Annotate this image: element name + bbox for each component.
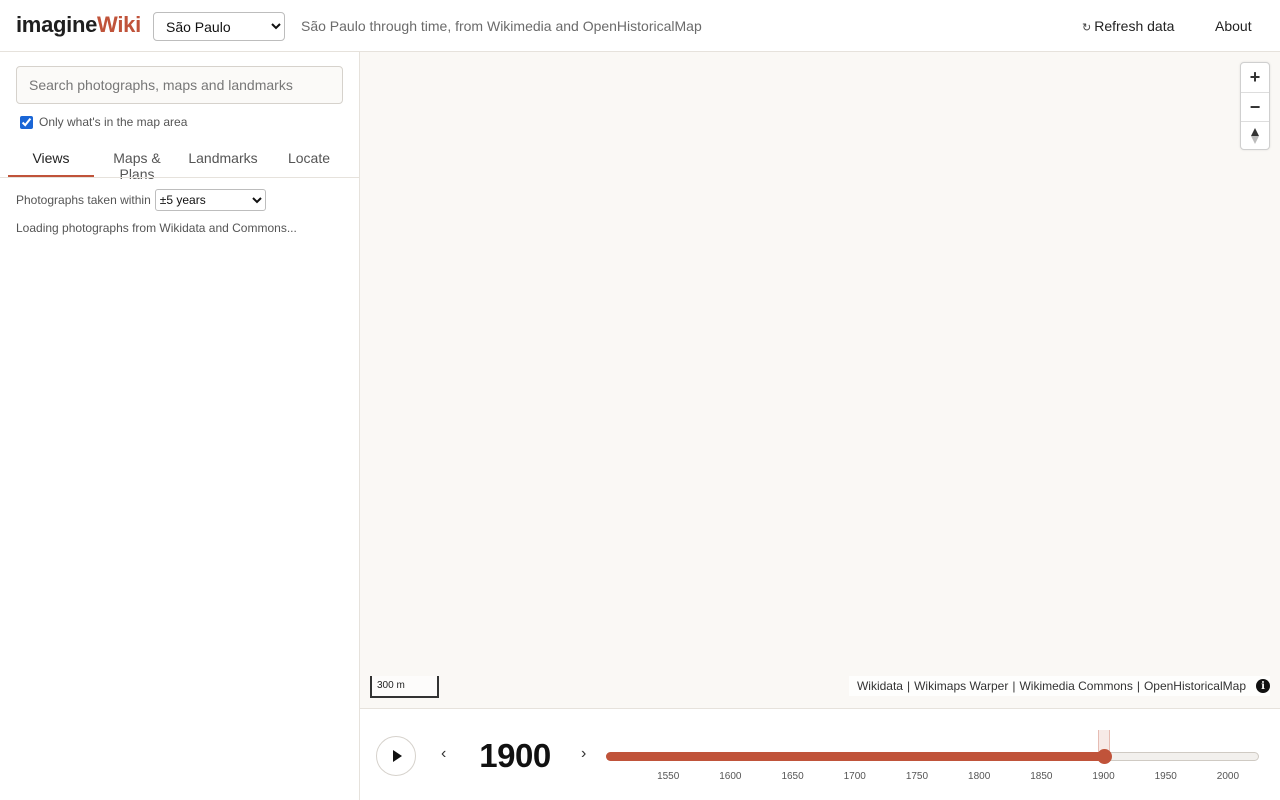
map-scale-bar: 300 m: [370, 676, 439, 698]
loading-status: Loading photographs from Wikidata and Co…: [16, 221, 297, 235]
refresh-icon: ↻: [1082, 22, 1092, 34]
map-zoom-controls: + −: [1240, 62, 1270, 150]
city-select[interactable]: São Paulo: [153, 12, 285, 41]
timeline-tick-1800: 1800: [968, 771, 991, 782]
photo-range-select[interactable]: ±5 years: [154, 189, 266, 211]
timeline-tick-1550: 1550: [657, 771, 680, 782]
attribution-separator: |: [906, 679, 911, 693]
photo-range-label: Photographs taken within: [16, 193, 151, 207]
only-map-area-toggle[interactable]: Only what's in the map area: [20, 115, 187, 129]
zoom-out-button[interactable]: −: [1241, 92, 1269, 121]
previous-year-button[interactable]: ‹: [441, 745, 446, 763]
compass-icon: [1251, 128, 1259, 144]
zoom-in-button[interactable]: +: [1241, 63, 1269, 92]
map-canvas[interactable]: + − 300 m Wikidata | Wikimaps Warper | W…: [360, 52, 1280, 708]
sidebar: Only what's in the map area Views Maps &…: [0, 52, 360, 800]
app-logo[interactable]: imagineWiki: [16, 12, 141, 38]
play-button[interactable]: [376, 736, 416, 776]
tabs-divider: [0, 177, 359, 178]
tab-views[interactable]: Views: [8, 142, 94, 178]
attribution-separator: |: [1012, 679, 1016, 693]
refresh-data-label: Refresh data: [1094, 18, 1175, 34]
tab-landmarks[interactable]: Landmarks: [180, 142, 266, 178]
reset-bearing-button[interactable]: [1241, 121, 1269, 150]
attribution-wikimedia-commons-link[interactable]: Wikimedia Commons: [1019, 679, 1132, 693]
page-tagline: São Paulo through time, from Wikimedia a…: [301, 18, 702, 34]
sidebar-tabs: Views Maps & Plans Landmarks Locate: [8, 142, 352, 182]
app-header: imagineWiki São Paulo São Paulo through …: [0, 0, 1280, 52]
timeline-tick-2000: 2000: [1216, 771, 1240, 782]
timeline-tick-1950: 1950: [1154, 771, 1177, 782]
attribution-separator: |: [1136, 679, 1140, 693]
attribution-openhistoricalmap-link[interactable]: OpenHistoricalMap: [1144, 679, 1246, 693]
timeline-tick-1900: 1900: [1092, 771, 1115, 782]
timeline-bar: ‹ 1900 › 1550 1600 1650 1700 1750 1800 1850 190…: [360, 708, 1280, 800]
tab-locate[interactable]: Locate: [266, 142, 352, 178]
search-input[interactable]: [16, 66, 343, 104]
info-icon[interactable]: i: [1256, 679, 1270, 693]
timeline-tick-1600: 1600: [719, 771, 742, 782]
timeline-tick-1700: 1700: [843, 771, 866, 782]
logo-text-imagine: imagine: [16, 12, 98, 37]
photo-range-row: Photographs taken within ±5 years: [16, 189, 266, 211]
timeline-tick-1850: 1850: [1030, 771, 1053, 782]
attribution-wikidata-link[interactable]: Wikidata: [857, 679, 903, 693]
attribution-wikimaps-warper-link[interactable]: Wikimaps Warper: [914, 679, 1008, 693]
logo-text-wiki: Wiki: [97, 12, 141, 37]
map-attribution: Wikidata | Wikimaps Warper | Wikimedia C…: [848, 676, 1270, 696]
next-year-button[interactable]: ›: [581, 745, 586, 763]
slider-fill: [606, 752, 1104, 761]
slider-thumb[interactable]: [1096, 749, 1112, 764]
only-map-area-label: Only what's in the map area: [39, 115, 188, 129]
about-button[interactable]: About: [1215, 18, 1252, 34]
play-icon: [392, 750, 402, 762]
timeline-tick-1650: 1650: [781, 771, 804, 782]
refresh-data-button[interactable]: ↻ Refresh data: [1082, 18, 1174, 34]
year-slider[interactable]: 1550 1600 1650 1700 1750 1800 1850 1900 1950 2000: [606, 729, 1260, 789]
only-map-area-checkbox[interactable]: [20, 115, 33, 129]
tab-maps-plans[interactable]: Maps & Plans: [94, 142, 180, 182]
current-year: 1900: [479, 737, 551, 774]
timeline-tick-1750: 1750: [905, 771, 929, 782]
